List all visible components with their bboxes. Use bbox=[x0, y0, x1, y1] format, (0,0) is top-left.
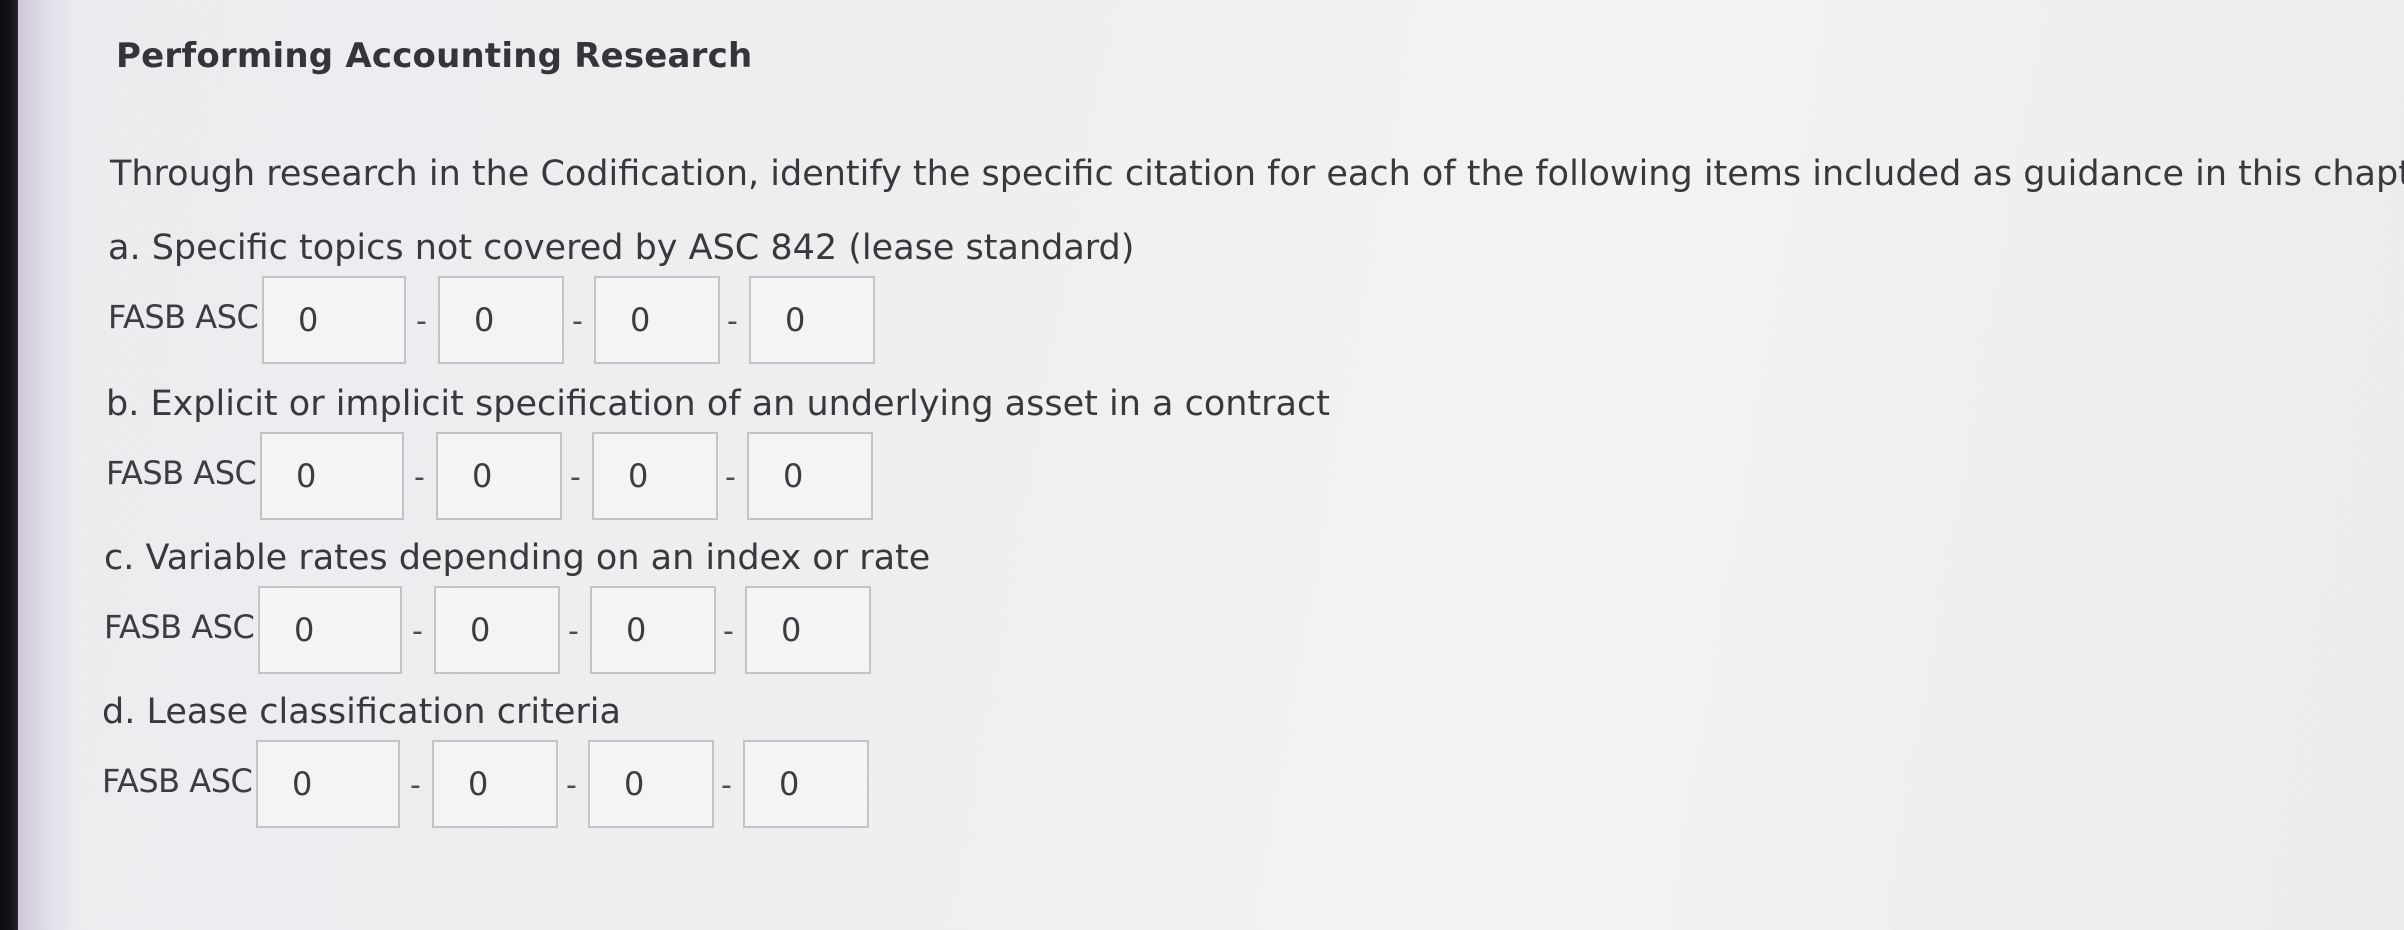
item-c: c. Variable rates depending on an index … bbox=[104, 538, 1504, 678]
question-panel: Performing Accounting Research Through r… bbox=[0, 0, 2404, 930]
item-c-paragraph-input[interactable] bbox=[747, 588, 869, 672]
separator: - bbox=[416, 304, 427, 339]
separator: - bbox=[725, 460, 736, 495]
separator: - bbox=[414, 460, 425, 495]
separator: - bbox=[410, 768, 421, 803]
separator: - bbox=[568, 614, 579, 649]
item-d-topic-field[interactable] bbox=[256, 740, 400, 828]
item-c-subtopic-field[interactable] bbox=[434, 586, 560, 674]
item-a-subtopic-input[interactable] bbox=[440, 278, 562, 362]
item-d-topic-input[interactable] bbox=[258, 742, 398, 826]
page-title: Performing Accounting Research bbox=[116, 36, 753, 76]
instructions: Through research in the Codification, id… bbox=[110, 154, 2404, 194]
item-a-paragraph-field[interactable] bbox=[749, 276, 875, 364]
fasb-asc-prefix: FASB ASC bbox=[106, 454, 257, 492]
item-d-citation-row: FASB ASC - - - bbox=[102, 740, 1002, 836]
item-c-paragraph-field[interactable] bbox=[745, 586, 871, 674]
item-d-section-field[interactable] bbox=[588, 740, 714, 828]
separator: - bbox=[727, 304, 738, 339]
item-d-label: d. Lease classification criteria bbox=[102, 692, 621, 732]
separator: - bbox=[570, 460, 581, 495]
item-a: a. Specific topics not covered by ASC 84… bbox=[108, 228, 1508, 368]
item-c-citation-row: FASB ASC - - - bbox=[104, 586, 1004, 682]
item-a-topic-input[interactable] bbox=[264, 278, 404, 362]
item-a-label: a. Specific topics not covered by ASC 84… bbox=[108, 228, 1135, 268]
item-c-topic-field[interactable] bbox=[258, 586, 402, 674]
item-b-paragraph-input[interactable] bbox=[749, 434, 871, 518]
item-d-subtopic-input[interactable] bbox=[434, 742, 556, 826]
item-a-citation-row: FASB ASC - - - bbox=[108, 276, 1008, 372]
separator: - bbox=[723, 614, 734, 649]
item-c-topic-input[interactable] bbox=[260, 588, 400, 672]
item-a-subtopic-field[interactable] bbox=[438, 276, 564, 364]
item-b-subtopic-field[interactable] bbox=[436, 432, 562, 520]
item-d-paragraph-field[interactable] bbox=[743, 740, 869, 828]
item-b: b. Explicit or implicit specification of… bbox=[106, 384, 1506, 524]
item-a-paragraph-input[interactable] bbox=[751, 278, 873, 362]
item-b-topic-field[interactable] bbox=[260, 432, 404, 520]
item-a-section-field[interactable] bbox=[594, 276, 720, 364]
fasb-asc-prefix: FASB ASC bbox=[102, 762, 253, 800]
item-c-subtopic-input[interactable] bbox=[436, 588, 558, 672]
item-a-section-input[interactable] bbox=[596, 278, 718, 362]
item-b-section-field[interactable] bbox=[592, 432, 718, 520]
separator: - bbox=[412, 614, 423, 649]
item-b-topic-input[interactable] bbox=[262, 434, 402, 518]
separator: - bbox=[566, 768, 577, 803]
item-b-paragraph-field[interactable] bbox=[747, 432, 873, 520]
item-c-label: c. Variable rates depending on an index … bbox=[104, 538, 931, 578]
item-b-subtopic-input[interactable] bbox=[438, 434, 560, 518]
item-d-paragraph-input[interactable] bbox=[745, 742, 867, 826]
item-d-section-input[interactable] bbox=[590, 742, 712, 826]
item-d: d. Lease classification criteria FASB AS… bbox=[102, 692, 1502, 832]
item-d-subtopic-field[interactable] bbox=[432, 740, 558, 828]
item-b-section-input[interactable] bbox=[594, 434, 716, 518]
item-b-citation-row: FASB ASC - - - bbox=[106, 432, 1006, 528]
item-a-topic-field[interactable] bbox=[262, 276, 406, 364]
item-c-section-field[interactable] bbox=[590, 586, 716, 674]
separator: - bbox=[572, 304, 583, 339]
separator: - bbox=[721, 768, 732, 803]
item-c-section-input[interactable] bbox=[592, 588, 714, 672]
fasb-asc-prefix: FASB ASC bbox=[104, 608, 255, 646]
fasb-asc-prefix: FASB ASC bbox=[108, 298, 259, 336]
item-b-label: b. Explicit or implicit specification of… bbox=[106, 384, 1330, 424]
